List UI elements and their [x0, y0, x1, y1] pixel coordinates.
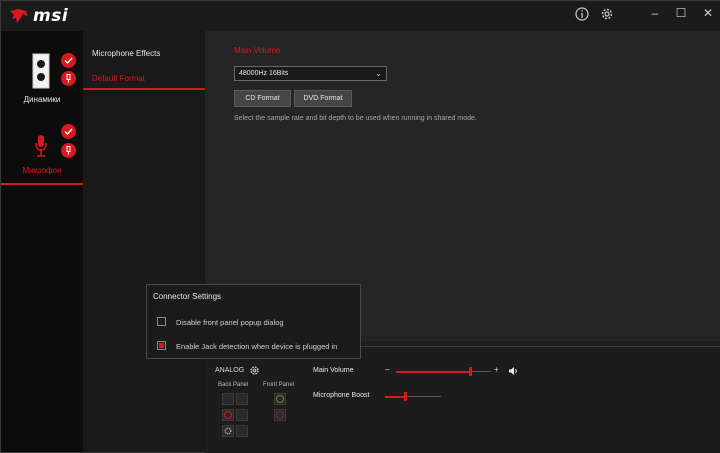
volume-minus[interactable]: – [385, 365, 389, 374]
back-jack[interactable] [236, 393, 248, 405]
submenu-item-microphone-effects[interactable]: Microphone Effects [92, 49, 160, 58]
cd-format-button[interactable]: CD Format [234, 90, 291, 107]
main-volume-label: Main Volume [313, 367, 354, 374]
format-description: Select the sample rate and bit depth to … [234, 115, 477, 122]
main-volume-fill [396, 370, 470, 373]
check-icon [61, 124, 76, 139]
selected-submenu-indicator [83, 88, 205, 90]
connector-settings-popup: Connector Settings Disable front panel p… [146, 284, 361, 359]
front-jack-mic[interactable] [274, 409, 286, 421]
jack-plug-icon [61, 71, 76, 86]
app-window: msi – ☐ ✕ Динамики Микрофон Microphone E… [0, 0, 720, 453]
device-label-microphone: Микрофон [22, 166, 62, 175]
format-select[interactable]: 48000Hz 16Bits ⌄ [234, 66, 387, 81]
disable-front-panel-checkbox[interactable] [157, 317, 166, 326]
front-jack-headphone[interactable] [274, 393, 286, 405]
speaker-icon [32, 53, 50, 89]
connector-area: ANALOG Back Panel Front Panel Main Volum… [205, 346, 720, 453]
msi-logo: msi [9, 6, 68, 26]
jack-gear-icon [224, 427, 232, 435]
section-label: Main Volume [234, 46, 281, 55]
device-label-speakers: Динамики [23, 95, 61, 104]
analog-settings-gear-icon[interactable] [249, 365, 260, 376]
submenu: Microphone Effects Default Format [83, 31, 205, 452]
device-microphone[interactable]: Микрофон [1, 119, 83, 189]
microphone-icon [35, 135, 47, 157]
disable-front-panel-label[interactable]: Disable front panel popup dialog [176, 318, 284, 327]
minimize-button[interactable]: – [645, 5, 665, 21]
enable-jack-detection-label[interactable]: Enable Jack detection when device is plu… [176, 342, 337, 351]
back-jack-mic-active[interactable] [222, 409, 234, 421]
front-panel-label: Front Panel [263, 382, 295, 388]
format-select-value: 48000Hz 16Bits [239, 70, 289, 77]
title-bar: msi – ☐ ✕ [1, 1, 720, 31]
back-jack[interactable] [236, 409, 248, 421]
popup-title: Connector Settings [153, 292, 222, 301]
main-volume-thumb[interactable] [469, 367, 472, 376]
jack-plug-icon [61, 143, 76, 158]
gear-icon[interactable] [599, 6, 615, 22]
close-button[interactable]: ✕ [698, 5, 718, 21]
mic-boost-fill [385, 395, 405, 398]
back-jack-gear[interactable] [222, 425, 234, 437]
device-speakers[interactable]: Динамики [1, 31, 83, 109]
chevron-down-icon: ⌄ [375, 69, 382, 78]
check-icon [61, 53, 76, 68]
dvd-format-button[interactable]: DVD Format [294, 90, 352, 107]
device-sidebar: Динамики Микрофон [1, 31, 83, 452]
microphone-boost-label: Microphone Boost [313, 392, 370, 399]
back-jack[interactable] [222, 393, 234, 405]
back-jack[interactable] [236, 425, 248, 437]
selected-device-indicator [1, 183, 83, 185]
volume-plus[interactable]: + [494, 365, 499, 374]
mic-boost-thumb[interactable] [404, 392, 407, 401]
enable-jack-detection-checkbox[interactable] [157, 341, 166, 350]
back-panel-label: Back Panel [218, 382, 249, 388]
dragon-icon [10, 9, 28, 23]
info-icon[interactable] [574, 6, 590, 22]
speaker-volume-icon[interactable] [508, 366, 519, 376]
analog-label: ANALOG [215, 367, 245, 374]
maximize-button[interactable]: ☐ [671, 5, 691, 21]
submenu-item-default-format[interactable]: Default Format [92, 74, 145, 83]
logo-text: msi [33, 6, 69, 26]
